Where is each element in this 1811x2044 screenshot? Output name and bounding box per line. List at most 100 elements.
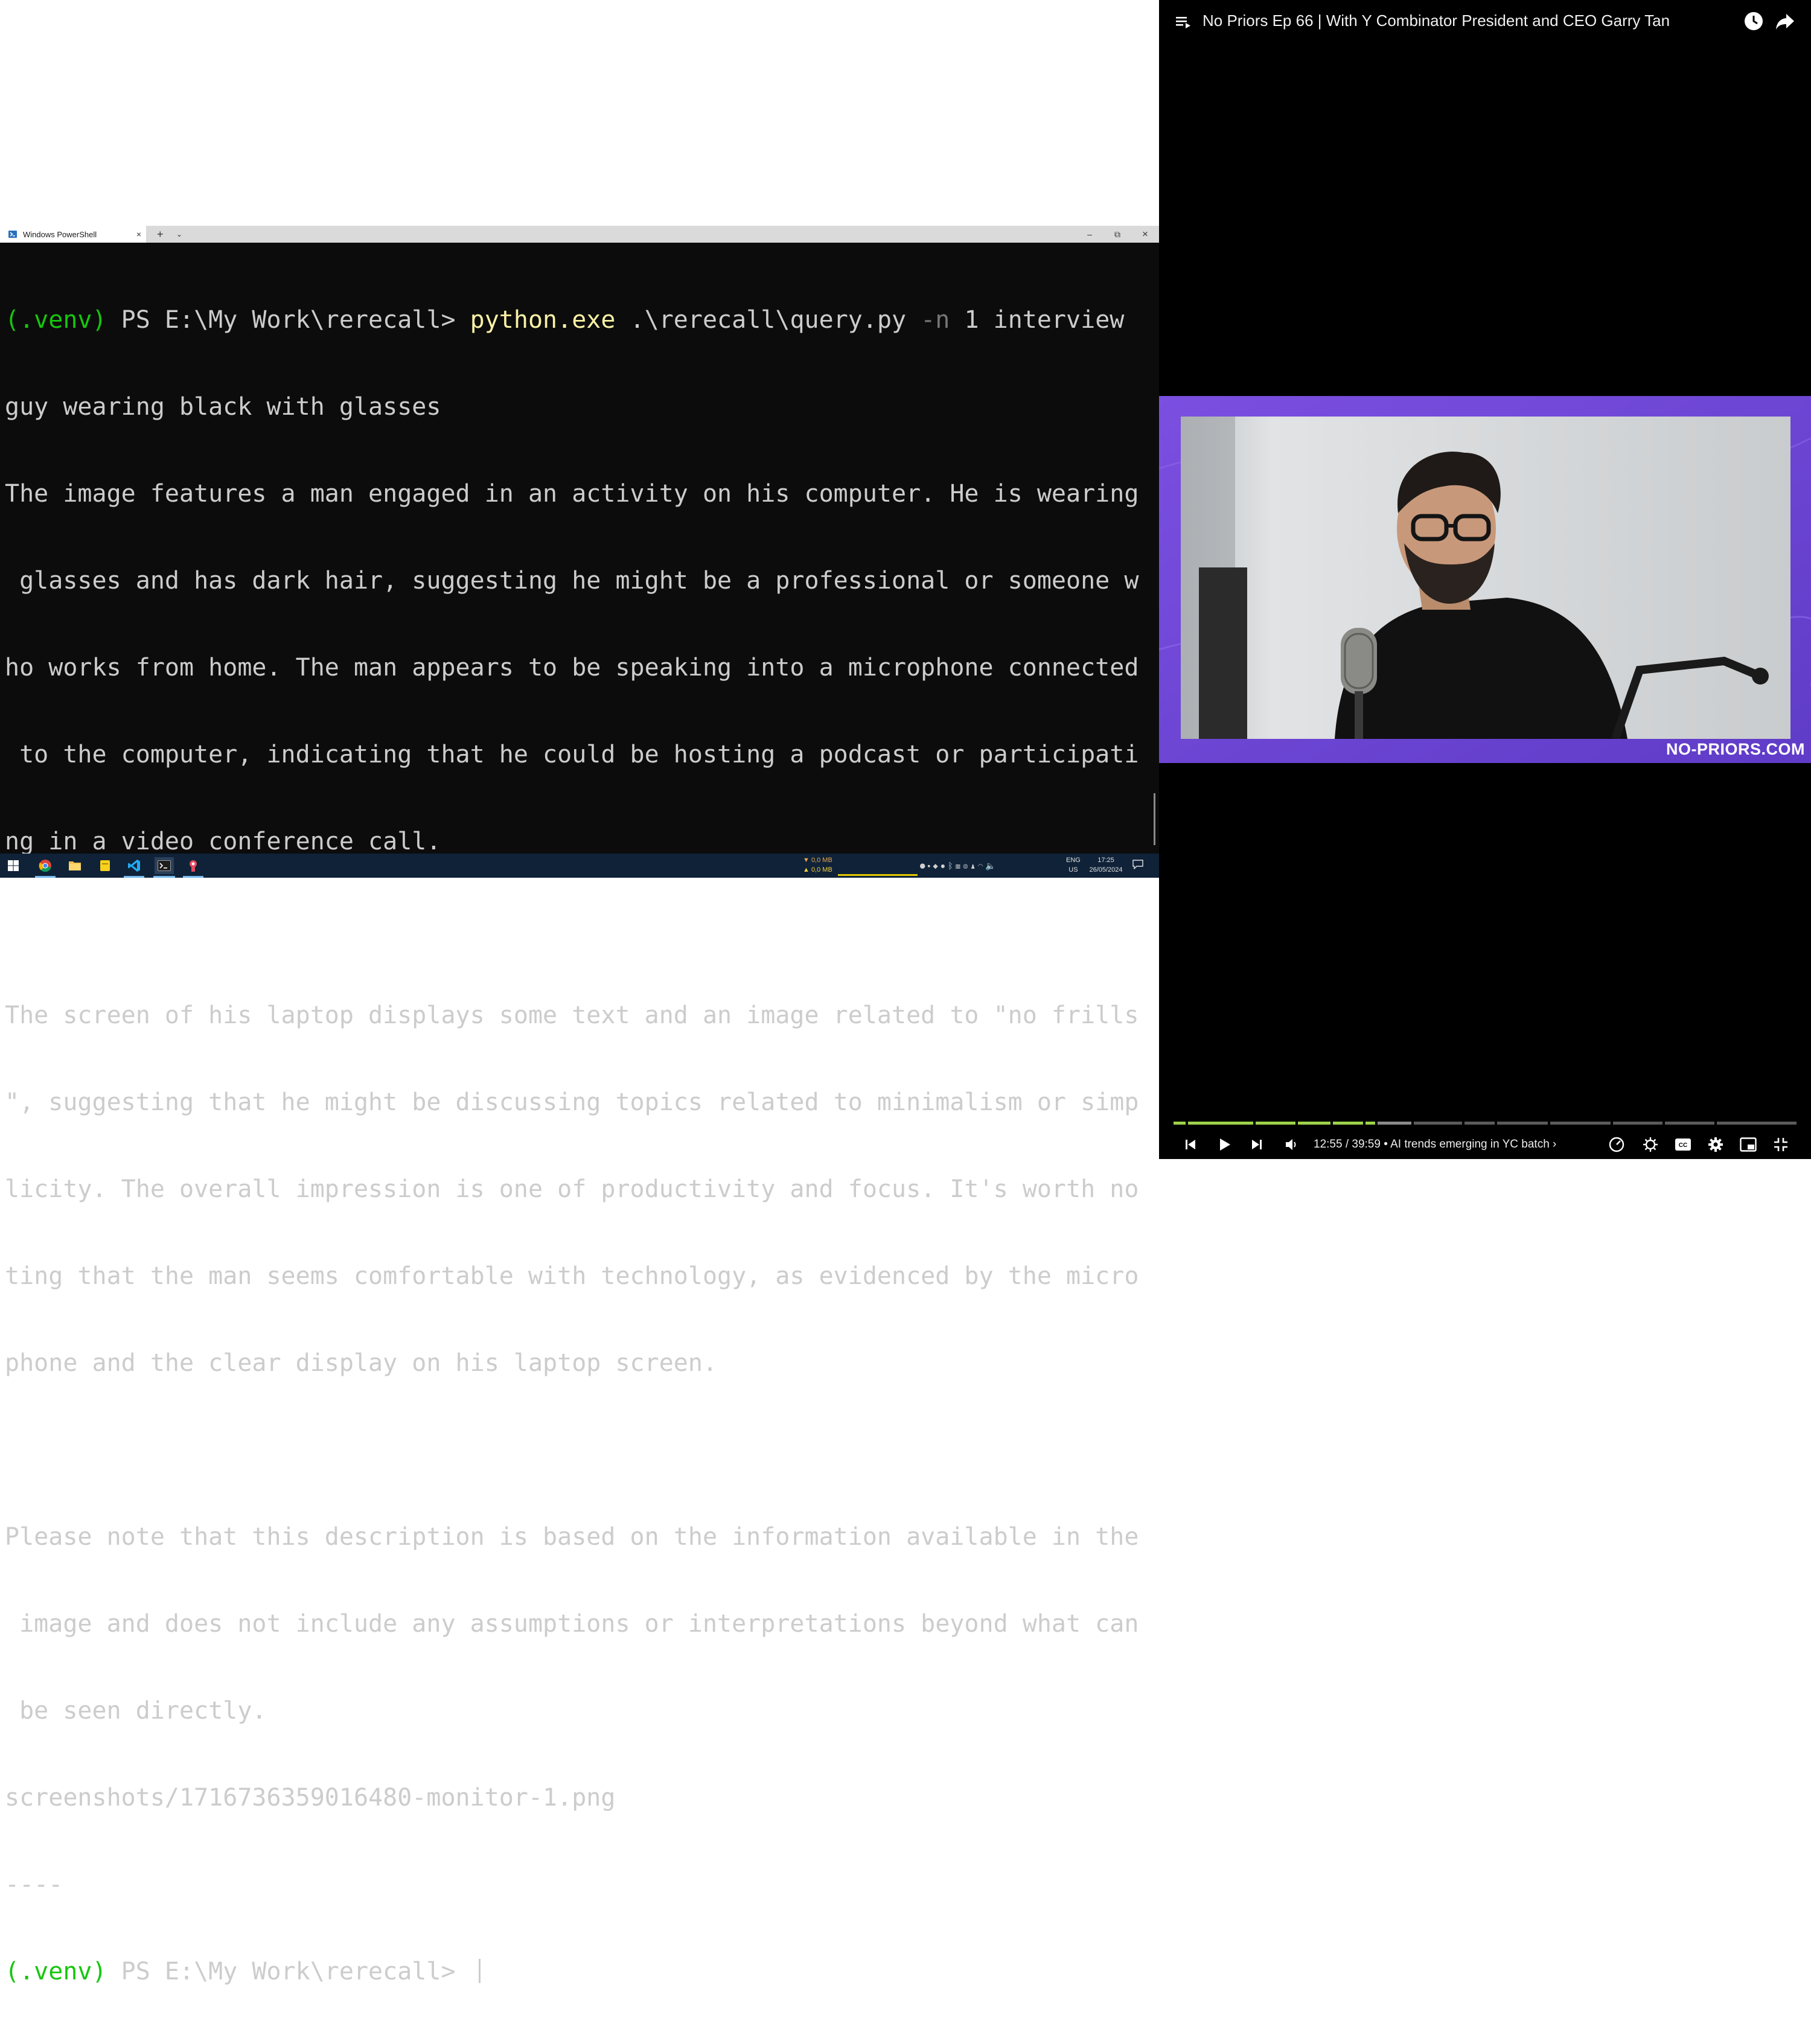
exit-fullscreen-icon[interactable] xyxy=(1770,1134,1792,1155)
active-prompt-line[interactable]: (.venv) PS E:\My Work\rerecall> xyxy=(5,1957,1140,1986)
command-exe: python.exe xyxy=(470,306,616,334)
command-continuation: guy wearing black with glasses xyxy=(5,393,441,421)
tray-app-icon[interactable]: ◆ xyxy=(933,861,940,870)
scrollbar[interactable] xyxy=(1154,793,1155,845)
sticky-notes-icon[interactable] xyxy=(97,857,113,874)
output-line: screenshots/1716736359016480-monitor-1.p… xyxy=(5,1784,616,1812)
speaker-icon[interactable]: 🔈 xyxy=(985,861,998,870)
file-explorer-icon[interactable] xyxy=(66,857,83,874)
tray-app-icon[interactable]: ⬤ xyxy=(920,861,927,870)
chrome-icon[interactable] xyxy=(37,857,54,874)
tab-dropdown-button[interactable]: ⌄ xyxy=(176,228,182,240)
speed-icon[interactable] xyxy=(1606,1134,1627,1155)
output-line: to the computer, indicating that he coul… xyxy=(5,741,1139,768)
previous-icon[interactable] xyxy=(1180,1134,1201,1155)
close-button[interactable]: × xyxy=(1131,226,1159,243)
terminal-output[interactable]: (.venv) PS E:\My Work\rerecall> python.e… xyxy=(5,248,1140,2044)
video-title[interactable]: No Priors Ep 66 | With Y Combinator Pres… xyxy=(1203,8,1670,33)
video-frame[interactable]: NO-PRIORS.COM xyxy=(1159,396,1811,763)
active-indicator xyxy=(35,876,56,878)
tray-app-icon[interactable]: ▦ xyxy=(956,861,963,870)
progress-segment[interactable] xyxy=(1365,1122,1375,1125)
command-arg: 1 interview xyxy=(950,306,1125,334)
progress-segment[interactable] xyxy=(1497,1122,1548,1125)
output-line: image and does not include any assumptio… xyxy=(5,1610,1139,1638)
venv-indicator: (.venv) xyxy=(5,1958,107,1985)
player-controls: 12:55 / 39:59 • AI trends emerging in YC… xyxy=(1159,1130,1811,1159)
notification-icon[interactable] xyxy=(1132,860,1143,872)
powershell-icon xyxy=(8,230,17,238)
podcast-guest-image xyxy=(1181,417,1790,739)
net-down: ▼ 0,0 MB xyxy=(803,857,832,864)
output-line: be seen directly. xyxy=(5,1697,267,1725)
progress-segment[interactable] xyxy=(1378,1122,1411,1125)
language: ENG xyxy=(1066,857,1081,864)
volume-icon[interactable] xyxy=(1281,1134,1303,1155)
windows-start-icon[interactable] xyxy=(5,857,22,874)
video-player[interactable]: No Priors Ep 66 | With Y Combinator Pres… xyxy=(1159,0,1811,1159)
output-line: ---- xyxy=(5,1871,63,1899)
progress-segment[interactable] xyxy=(1464,1122,1495,1125)
brand-watermark: NO-PRIORS.COM xyxy=(1666,740,1805,758)
tray-app-icon[interactable]: ● xyxy=(941,861,948,870)
active-indicator xyxy=(153,876,175,878)
prompt-text: PS E:\My Work\rerecall> xyxy=(106,1958,470,1985)
maximize-button[interactable]: ⧉ xyxy=(1104,226,1131,243)
progress-segment[interactable] xyxy=(1174,1122,1186,1125)
system-tray[interactable]: ⬤▪◆●ᛒ▦◍♟◠🔈 xyxy=(920,861,998,871)
output-line: phone and the clear display on his lapto… xyxy=(5,1349,718,1377)
play-icon[interactable] xyxy=(1213,1134,1235,1155)
output-line: The image features a man engaged in an a… xyxy=(5,480,1139,508)
close-tab-icon[interactable]: × xyxy=(136,229,141,240)
progress-segment[interactable] xyxy=(1298,1122,1330,1125)
output-line: The screen of his laptop displays some t… xyxy=(5,1001,1139,1029)
terminal-icon[interactable] xyxy=(155,857,174,874)
network-monitor: ▼ 0,0 MB ▲ 0,0 MB xyxy=(803,855,832,875)
next-icon[interactable] xyxy=(1246,1134,1268,1155)
autoplay-icon[interactable] xyxy=(1640,1134,1661,1155)
progress-segment[interactable] xyxy=(1665,1122,1714,1125)
wifi-icon[interactable]: ◠ xyxy=(978,861,985,870)
progress-bar[interactable] xyxy=(1174,1122,1797,1125)
captions-icon[interactable]: CC xyxy=(1672,1134,1694,1155)
time-and-chapter[interactable]: 12:55 / 39:59 • AI trends emerging in YC… xyxy=(1314,1136,1556,1153)
minimize-button[interactable]: – xyxy=(1076,226,1104,243)
bluetooth-icon[interactable]: ᛒ xyxy=(948,861,955,870)
output-line: ting that the man seems comfortable with… xyxy=(5,1262,1139,1290)
share-icon[interactable] xyxy=(1774,10,1797,33)
progress-segment[interactable] xyxy=(1717,1122,1797,1125)
app-icon[interactable] xyxy=(185,857,202,874)
settings-icon[interactable] xyxy=(1705,1134,1726,1155)
tab-title: Windows PowerShell xyxy=(23,229,97,239)
windows-taskbar: ▼ 0,0 MB ▲ 0,0 MB ⬤▪◆●ᛒ▦◍♟◠🔈 ENG US 17:2… xyxy=(0,854,1159,878)
clock[interactable]: 17:25 26/05/2024 xyxy=(1087,855,1125,875)
tray-app-icon[interactable]: ◍ xyxy=(963,861,970,870)
progress-segment[interactable] xyxy=(1188,1122,1253,1125)
progress-segment[interactable] xyxy=(1256,1122,1295,1125)
progress-segment[interactable] xyxy=(1613,1122,1662,1125)
tray-app-icon[interactable]: ♟ xyxy=(970,861,977,870)
progress-segment[interactable] xyxy=(1550,1122,1611,1125)
output-line: ng in a video conference call. xyxy=(5,828,441,855)
text-cursor xyxy=(478,1959,481,1983)
vscode-icon[interactable] xyxy=(126,857,142,874)
output-line: licity. The overall impression is one of… xyxy=(5,1175,1139,1203)
venv-indicator: (.venv) xyxy=(5,306,107,334)
new-tab-button[interactable]: + xyxy=(157,228,164,240)
title-bar: Windows PowerShell × + ⌄ – ⧉ × xyxy=(0,226,1159,243)
language-indicator[interactable]: ENG US xyxy=(1066,855,1081,875)
clock-date: 26/05/2024 xyxy=(1089,866,1123,873)
watch-later-icon[interactable] xyxy=(1742,10,1765,33)
progress-segment[interactable] xyxy=(1414,1122,1462,1125)
output-line: ho works from home. The man appears to b… xyxy=(5,654,1139,682)
tab-powershell[interactable]: Windows PowerShell × xyxy=(0,226,146,243)
miniplayer-icon[interactable] xyxy=(1737,1134,1759,1155)
clock-time: 17:25 xyxy=(1097,857,1114,864)
playlist-icon[interactable] xyxy=(1174,12,1193,31)
command-script: .\rerecall\query.py xyxy=(615,306,921,334)
powershell-window: Windows PowerShell × + ⌄ – ⧉ × (.venv) P… xyxy=(0,226,1159,1985)
progress-segment[interactable] xyxy=(1333,1122,1363,1125)
net-up: ▲ 0,0 MB xyxy=(803,866,832,873)
